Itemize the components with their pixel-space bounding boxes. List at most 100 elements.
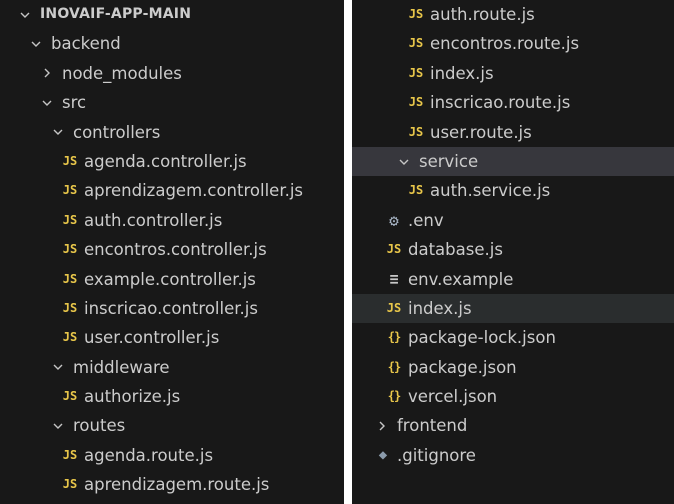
js-file-icon: JS: [408, 183, 424, 198]
tree-item-label: package-lock.json: [408, 328, 556, 348]
js-file-icon: JS: [62, 271, 78, 286]
js-file-icon: JS: [386, 300, 402, 315]
tree-item-label: .env: [408, 210, 444, 230]
tree-item-label: agenda.route.js: [84, 445, 214, 465]
file-row-inscricao-route-js[interactable]: JS inscricao.route.js: [352, 88, 674, 117]
tree-item-label: routes: [73, 416, 126, 436]
js-file-icon: JS: [62, 153, 78, 168]
file-row-agenda-controller-js[interactable]: JS agenda.controller.js: [0, 147, 344, 176]
file-row-aprendizagem-route-js[interactable]: JS aprendizagem.route.js: [0, 470, 344, 499]
file-row-user-route-js[interactable]: JS user.route.js: [352, 118, 674, 147]
file-row-authorize-js[interactable]: JS authorize.js: [0, 382, 344, 411]
json-file-icon: {}: [387, 330, 401, 345]
chevron-down-icon[interactable]: [51, 118, 65, 147]
explorer-tree-right: JS auth.route.js JS encontros.route.js JS ind…: [352, 0, 674, 504]
file-row-auth-route-js[interactable]: JS auth.route.js: [352, 0, 674, 29]
js-file-icon: JS: [408, 36, 424, 51]
file-row-aprendizagem-controller-js[interactable]: JS aprendizagem.controller.js: [0, 176, 344, 205]
file-row-auth-controller-js[interactable]: JS auth.controller.js: [0, 206, 344, 235]
js-file-icon: JS: [386, 242, 402, 257]
file-row-auth-service-js[interactable]: JS auth.service.js: [352, 176, 674, 205]
tree-item-label: aprendizagem.controller.js: [84, 181, 304, 201]
js-file-icon: JS: [62, 330, 78, 345]
git-file-icon: ◆: [378, 446, 388, 463]
tree-item-label: src: [62, 93, 87, 113]
folder-row-inovaif-app-main[interactable]: INOVAIF-APP-MAIN: [0, 0, 344, 29]
tree-item-label: inscricao.route.js: [430, 93, 571, 113]
js-file-icon: JS: [408, 7, 424, 21]
chevron-down-icon[interactable]: [51, 353, 65, 382]
tree-item-label: auth.route.js: [430, 5, 535, 24]
chevron-right-icon[interactable]: [375, 411, 389, 440]
file-row-index-js[interactable]: JS index.js: [352, 59, 674, 88]
tree-item-label: encontros.route.js: [430, 34, 580, 54]
folder-row-node-modules[interactable]: node_modules: [0, 59, 344, 88]
file-row-env-example[interactable]: ≡ env.example: [352, 265, 674, 294]
tree-item-label: authorize.js: [84, 387, 181, 407]
js-file-icon: JS: [62, 389, 78, 404]
tree-item-label: inscricao.controller.js: [84, 298, 258, 318]
folder-row-src[interactable]: src: [0, 88, 344, 117]
js-file-icon: JS: [62, 477, 78, 492]
file-row-example-controller-js[interactable]: JS example.controller.js: [0, 265, 344, 294]
json-file-icon: {}: [387, 359, 401, 374]
tree-item-label: encontros.controller.js: [84, 240, 267, 260]
file-row-index-js[interactable]: JS index.js: [352, 293, 674, 324]
file-row-package-json[interactable]: {} package.json: [352, 353, 674, 382]
tree-item-label: backend: [51, 34, 121, 54]
file-row-package-lock-json[interactable]: {} package-lock.json: [352, 323, 674, 352]
tree-item-label: aprendizagem.route.js: [84, 475, 270, 495]
tree-item-label: package.json: [408, 357, 517, 377]
folder-row-frontend[interactable]: frontend: [352, 411, 674, 440]
tree-rows: JS auth.route.js JS encontros.route.js JS ind…: [352, 0, 674, 470]
folder-row-routes[interactable]: routes: [0, 411, 344, 440]
tree-item-label: user.controller.js: [84, 328, 220, 348]
file-row-user-controller-js[interactable]: JS user.controller.js: [0, 323, 344, 352]
tree-item-label: agenda.controller.js: [84, 151, 247, 171]
file-row-inscricao-controller-js[interactable]: JS inscricao.controller.js: [0, 294, 344, 323]
js-file-icon: JS: [62, 183, 78, 198]
chevron-down-icon[interactable]: [51, 411, 65, 440]
folder-row-service[interactable]: service: [352, 146, 674, 177]
file-row-gitignore[interactable]: ◆ .gitignore: [352, 441, 674, 470]
file-row-env[interactable]: ⚙ .env: [352, 206, 674, 235]
js-file-icon: JS: [408, 65, 424, 80]
tree-item-label: .gitignore: [397, 445, 476, 465]
tree-item-label: database.js: [408, 240, 503, 260]
file-row-database-js[interactable]: JS database.js: [352, 235, 674, 264]
folder-row-controllers[interactable]: controllers: [0, 118, 344, 147]
tree-item-label: INOVAIF-APP-MAIN: [40, 6, 192, 22]
js-file-icon: JS: [62, 212, 78, 227]
file-row-vercel-json[interactable]: {} vercel.json: [352, 382, 674, 411]
tree-item-label: index.js: [408, 298, 472, 318]
tree-item-label: frontend: [397, 416, 468, 436]
tree-item-label: vercel.json: [408, 387, 498, 407]
chevron-down-icon[interactable]: [18, 0, 32, 29]
chevron-right-icon[interactable]: [40, 59, 54, 88]
explorer-tree-left: INOVAIF-APP-MAIN backend node_modulessrc co…: [0, 0, 344, 504]
tree-item-label: user.route.js: [430, 122, 532, 142]
tree-item-label: service: [419, 151, 479, 171]
tree-item-label: controllers: [73, 122, 161, 142]
tree-item-label: auth.controller.js: [84, 210, 223, 230]
tree-item-label: env.example: [408, 269, 514, 289]
js-file-icon: JS: [62, 300, 78, 315]
chevron-down-icon[interactable]: [40, 88, 54, 117]
tree-item-label: auth.service.js: [430, 181, 551, 201]
file-row-encontros-controller-js[interactable]: JS encontros.controller.js: [0, 235, 344, 264]
js-file-icon: JS: [62, 447, 78, 462]
tree-item-label: example.controller.js: [84, 269, 256, 289]
js-file-icon: JS: [408, 95, 424, 110]
js-file-icon: JS: [62, 242, 78, 257]
tree-item-label: node_modules: [62, 63, 182, 83]
chevron-down-icon[interactable]: [29, 29, 43, 58]
folder-row-backend[interactable]: backend: [0, 29, 344, 58]
tree-rows: INOVAIF-APP-MAIN backend node_modulessrc co…: [0, 0, 344, 500]
file-row-encontros-route-js[interactable]: JS encontros.route.js: [352, 29, 674, 58]
folder-row-middleware[interactable]: middleware: [0, 353, 344, 382]
tree-item-label: index.js: [430, 63, 494, 83]
gear-icon: ⚙: [389, 210, 399, 230]
tree-item-label: middleware: [73, 357, 170, 377]
chevron-down-icon[interactable]: [397, 147, 411, 176]
file-row-agenda-route-js[interactable]: JS agenda.route.js: [0, 441, 344, 470]
